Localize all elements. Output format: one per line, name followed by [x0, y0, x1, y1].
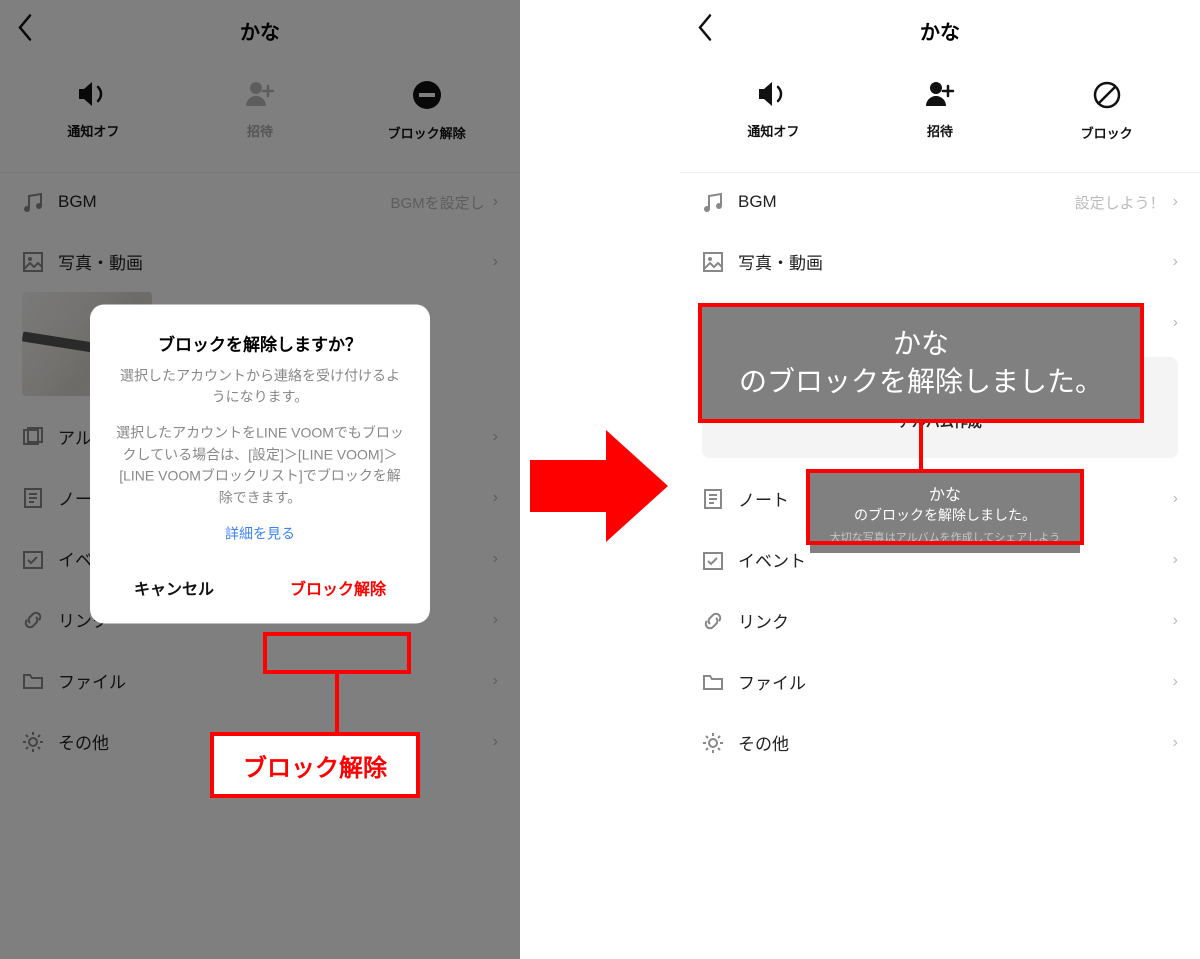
- add-user-icon: [924, 80, 956, 113]
- chevron-right-icon: ›: [1173, 673, 1178, 691]
- screenshot-after: かな 通知オフ 招待 ブロック BGM 設定しよう！ › 写真・動画 › アルバ…: [680, 0, 1200, 959]
- row-links[interactable]: リンク ›: [680, 590, 1200, 651]
- back-button[interactable]: [696, 14, 714, 47]
- action-block-label: ブロック: [1081, 123, 1133, 142]
- dialog-cancel-button[interactable]: キャンセル: [124, 567, 224, 607]
- note-icon: [702, 488, 724, 510]
- highlight-toast-big: [698, 303, 1144, 423]
- calendar-icon: [702, 549, 724, 571]
- connector-line: [335, 674, 339, 732]
- music-icon: [702, 191, 724, 213]
- folder-icon: [702, 671, 724, 693]
- unblock-dialog: ブロックを解除しますか？ 選択したアカウントから連絡を受け付けるようになります。…: [90, 304, 430, 623]
- row-other-label: その他: [738, 730, 1173, 755]
- highlight-toast-small: [806, 469, 1084, 545]
- row-files[interactable]: ファイル ›: [680, 651, 1200, 712]
- row-other[interactable]: その他 ›: [680, 712, 1200, 773]
- action-row: 通知オフ 招待 ブロック: [680, 60, 1200, 173]
- link-icon: [702, 610, 724, 632]
- action-mute[interactable]: 通知オフ: [691, 80, 856, 140]
- row-photos[interactable]: 写真・動画 ›: [680, 231, 1200, 292]
- page-title: かな: [920, 16, 960, 45]
- header: かな: [680, 0, 1200, 60]
- dialog-body-1: 選択したアカウントから連絡を受け付けるようになります。: [114, 365, 406, 408]
- chevron-right-icon: ›: [1173, 490, 1178, 508]
- chevron-right-icon: ›: [1173, 193, 1178, 211]
- row-bgm-hint: 設定しよう！: [1075, 192, 1165, 213]
- row-bgm[interactable]: BGM 設定しよう！ ›: [680, 173, 1200, 231]
- row-bgm-label: BGM: [738, 192, 1075, 212]
- chevron-right-icon: ›: [1173, 314, 1178, 332]
- action-invite[interactable]: 招待: [857, 80, 1022, 140]
- row-files-label: ファイル: [738, 669, 1173, 694]
- chevron-right-icon: ›: [1173, 612, 1178, 630]
- photo-icon: [702, 251, 724, 273]
- screenshot-before: かな 通知オフ 招待 ブロック解除 BGM BGMを設定し › 写真・動画 › …: [0, 0, 520, 959]
- transition-arrow-icon: [530, 430, 670, 540]
- speaker-icon: [756, 80, 790, 113]
- dialog-details-link[interactable]: 詳細を見る: [114, 523, 406, 543]
- row-links-label: リンク: [738, 608, 1173, 633]
- chevron-right-icon: ›: [1173, 734, 1178, 752]
- action-invite-label: 招待: [927, 121, 953, 140]
- block-icon: [1092, 80, 1122, 115]
- action-mute-label: 通知オフ: [747, 121, 799, 140]
- highlight-dialog-confirm: [263, 632, 411, 674]
- dialog-title: ブロックを解除しますか？: [114, 330, 406, 355]
- connector-line: [919, 423, 923, 473]
- dialog-body-2: 選択したアカウントをLINE VOOMでもブロックしている場合は、[設定]＞[L…: [114, 422, 406, 509]
- callout-unblock: ブロック解除: [210, 732, 420, 798]
- chevron-right-icon: ›: [1173, 551, 1178, 569]
- chevron-right-icon: ›: [1173, 253, 1178, 271]
- action-block[interactable]: ブロック: [1024, 80, 1189, 142]
- row-photos-label: 写真・動画: [738, 249, 1173, 274]
- dialog-confirm-button[interactable]: ブロック解除: [280, 567, 396, 607]
- gear-icon: [702, 732, 724, 754]
